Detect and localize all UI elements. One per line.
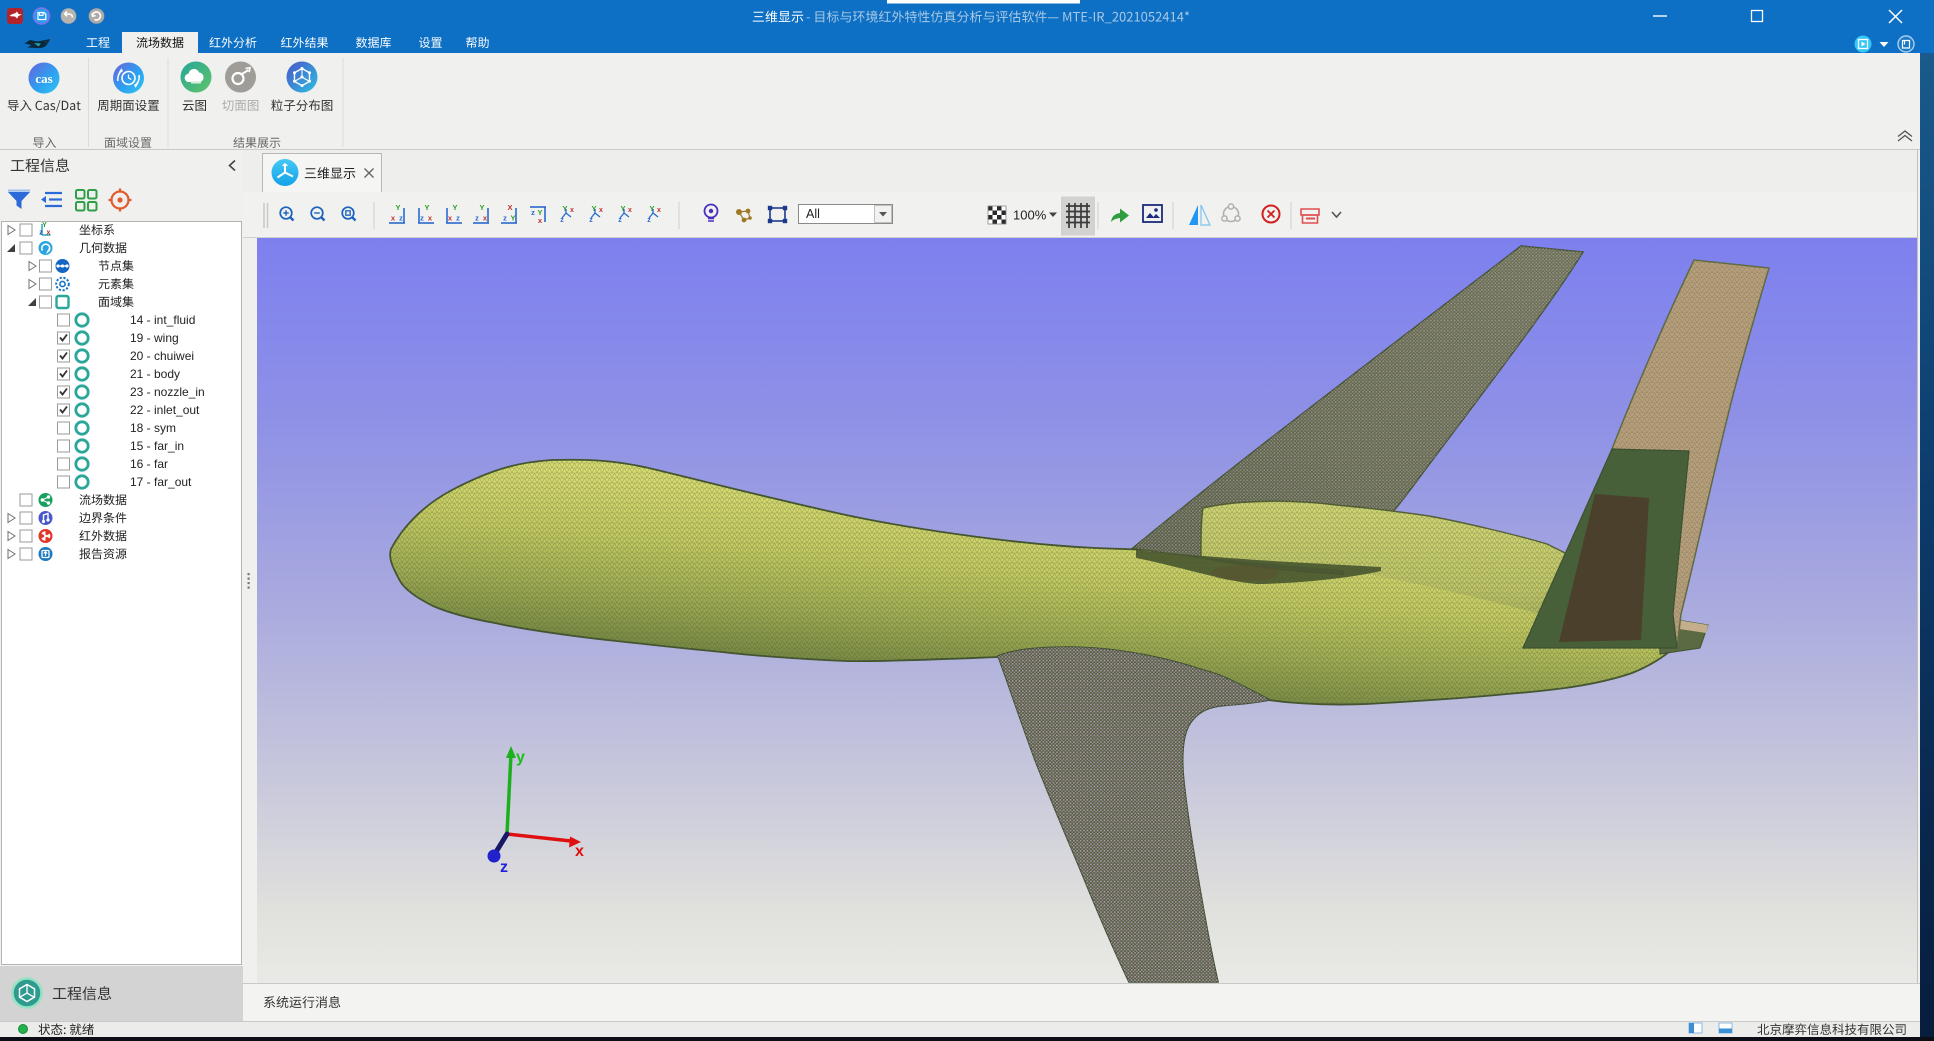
svg-text:Y: Y [510,214,515,223]
svg-text:x: x [428,214,433,223]
svg-text:17 - far_out: 17 - far_out [130,475,192,489]
svg-text:19 - wing: 19 - wing [130,331,179,345]
svg-text:23 - nozzle_in: 23 - nozzle_in [130,385,205,399]
svg-text:z: z [531,208,535,217]
svg-text:Y: Y [42,222,47,229]
svg-text:21 - body: 21 - body [130,367,180,381]
svg-text:Y: Y [424,203,429,212]
svg-text:20 - chuiwei: 20 - chuiwei [130,349,194,363]
svg-text:14 - int_fluid: 14 - int_fluid [130,313,195,327]
svg-text:18 - sym: 18 - sym [130,421,176,435]
svg-text:Y: Y [649,204,654,213]
svg-text:22 - inlet_out: 22 - inlet_out [130,403,200,417]
svg-text:x: x [483,214,488,223]
svg-text:X: X [507,203,512,212]
svg-text:Y: Y [620,204,625,213]
svg-text:16 - far: 16 - far [130,457,168,471]
svg-text:x: x [47,230,51,237]
svg-text:x: x [628,207,632,214]
svg-text:Y: Y [479,203,484,212]
svg-text:z: z [456,214,460,223]
svg-text:x: x [657,207,661,214]
svg-text:Y: Y [395,203,400,212]
svg-text:x: x [448,214,453,223]
svg-text:x: x [599,207,603,214]
svg-text:Y: Y [591,204,596,213]
svg-text:15 - far_in: 15 - far_in [130,439,184,453]
svg-text:Y: Y [562,204,567,213]
svg-text:x: x [391,214,396,223]
svg-text:All: All [806,207,820,221]
svg-text:z: z [420,214,424,223]
svg-text:x: x [570,207,574,214]
svg-text:Y: Y [452,203,457,212]
svg-text:z: z [39,230,43,237]
svg-text:100%: 100% [1013,208,1047,223]
svg-text:cas: cas [35,71,52,86]
svg-text:z: z [503,214,507,223]
svg-text:z: z [399,214,403,223]
svg-text:x: x [538,216,543,225]
svg-text:z: z [475,214,479,223]
